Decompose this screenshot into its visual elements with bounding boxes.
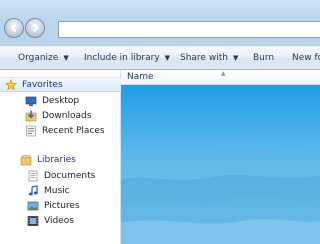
command-bar: Organize ▼ Include in library ▼ Share wi… bbox=[0, 46, 320, 70]
nav-favorites[interactable]: Favorites bbox=[0, 77, 121, 92]
nav-favorites-label: Favorites bbox=[22, 79, 63, 90]
arrow-left-icon bbox=[10, 23, 17, 33]
organize-button[interactable]: Organize ▼ bbox=[18, 47, 69, 69]
column-header-name[interactable]: Name ▲ bbox=[121, 70, 320, 85]
documents-icon bbox=[28, 170, 38, 181]
new-folder-button[interactable]: New fo bbox=[292, 47, 320, 69]
organize-label: Organize bbox=[18, 53, 59, 63]
share-with-label: Share with bbox=[180, 53, 228, 63]
nav-item-label: Downloads bbox=[42, 110, 92, 121]
caret-down-icon: ▼ bbox=[232, 54, 239, 62]
nav-libraries[interactable]: Libraries bbox=[0, 152, 141, 167]
new-folder-label: New fo bbox=[292, 53, 320, 63]
videos-icon bbox=[27, 215, 39, 226]
address-input[interactable] bbox=[58, 21, 320, 38]
nav-item-label: Pictures bbox=[44, 200, 80, 211]
nav-item-label: Recent Places bbox=[42, 125, 105, 136]
background-wallpaper bbox=[121, 85, 320, 244]
burn-label: Burn bbox=[253, 53, 275, 63]
nav-item-label: Videos bbox=[44, 215, 74, 226]
address-bar bbox=[0, 14, 320, 46]
music-icon bbox=[28, 184, 38, 195]
libraries-icon bbox=[20, 154, 32, 165]
downloads-icon bbox=[25, 110, 37, 121]
back-button[interactable] bbox=[4, 18, 24, 38]
sort-ascending-icon: ▲ bbox=[221, 70, 226, 77]
include-in-library-label: Include in library bbox=[84, 53, 160, 63]
desktop-icon bbox=[25, 96, 37, 106]
include-in-library-button[interactable]: Include in library ▼ bbox=[84, 47, 170, 69]
recent-places-icon bbox=[26, 125, 36, 136]
nav-item-label: Music bbox=[44, 185, 70, 196]
nav-libraries-label: Libraries bbox=[37, 154, 76, 165]
column-header-label: Name bbox=[127, 72, 154, 82]
navigation-pane: Favorites Desktop Downloads Recent Place… bbox=[0, 70, 121, 244]
burn-button[interactable]: Burn bbox=[253, 47, 274, 69]
pictures-icon bbox=[27, 201, 39, 210]
nav-item-label: Documents bbox=[44, 170, 96, 181]
caret-down-icon: ▼ bbox=[63, 54, 69, 62]
nav-item-label: Desktop bbox=[42, 95, 80, 106]
explorer-window: Organize ▼ Include in library ▼ Share wi… bbox=[0, 0, 320, 244]
file-list-pane[interactable]: Name ▲ bbox=[121, 70, 320, 244]
caret-down-icon: ▼ bbox=[164, 54, 171, 62]
arrow-right-icon bbox=[32, 23, 39, 33]
share-with-button[interactable]: Share with ▼ bbox=[180, 47, 238, 69]
forward-button[interactable] bbox=[25, 18, 45, 38]
star-icon bbox=[5, 78, 17, 90]
